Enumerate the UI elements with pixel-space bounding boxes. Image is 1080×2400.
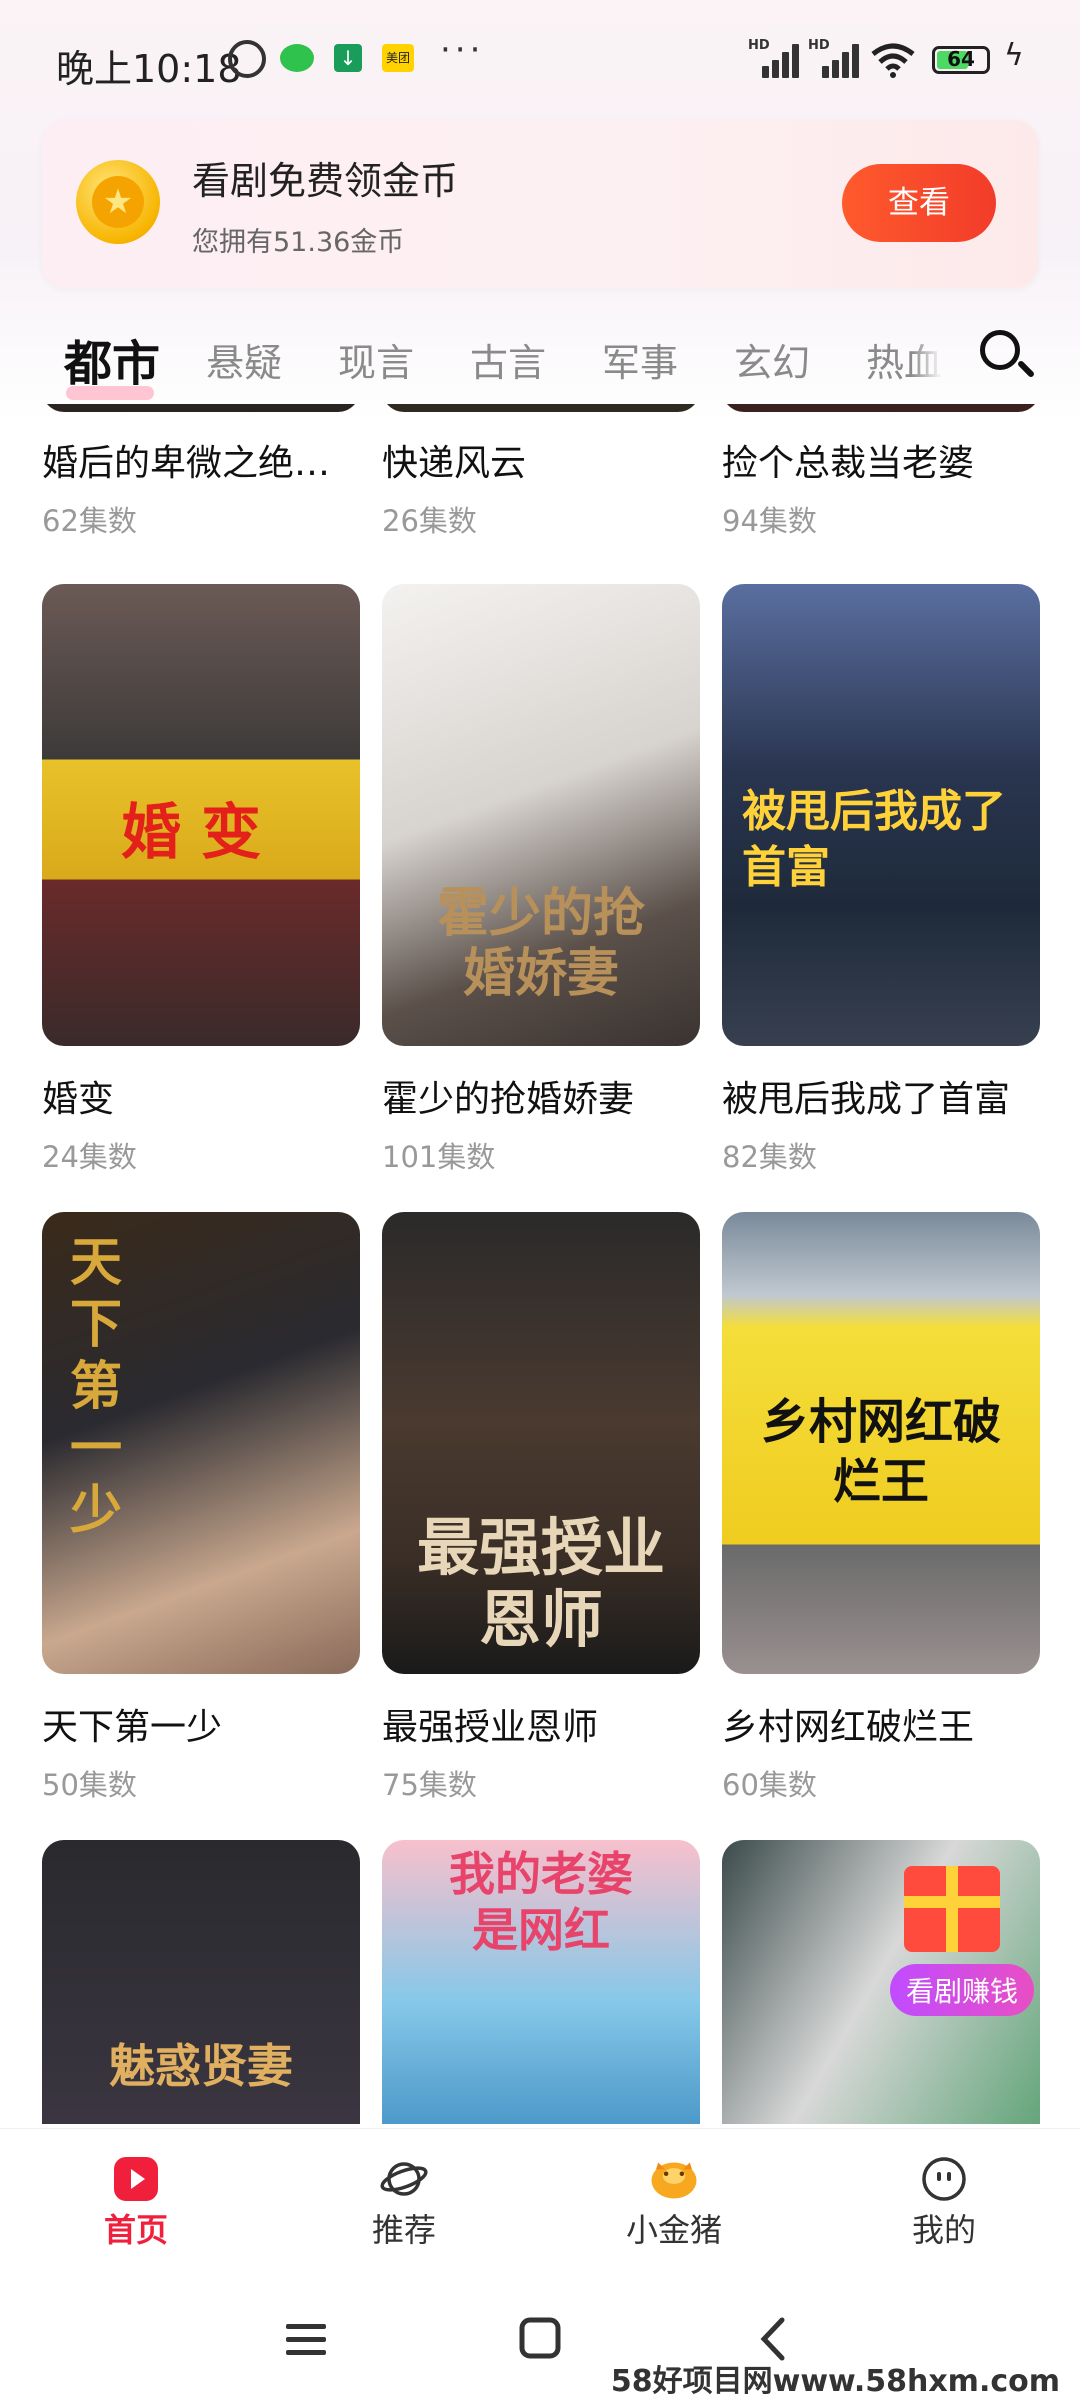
poster-title-text: 被甩后我成了首富 — [742, 786, 1006, 893]
nav-golden-pig[interactable]: 小金猪 — [574, 2129, 774, 2279]
episode-count: 50集数 — [42, 1768, 137, 1802]
poster-title-text: 魅惑贤妻 — [109, 2039, 293, 2093]
drama-poster[interactable]: 婚变 — [42, 584, 360, 1046]
wifi-icon — [871, 43, 915, 78]
poster-title-text: 天下第一少 — [69, 1233, 122, 1541]
drama-title[interactable]: 婚变 — [42, 1070, 372, 1122]
nav-me-label: 我的 — [911, 2211, 976, 2249]
alarm-icon — [228, 40, 266, 78]
gift-icon — [904, 1866, 1000, 1952]
tab-rexue[interactable]: 热血 — [866, 332, 942, 387]
signal-type-label: HD — [808, 38, 830, 53]
drama-title[interactable]: 婚后的卑微之绝… — [42, 434, 372, 486]
battery-icon: 64 — [932, 46, 990, 74]
watch-earn-badge[interactable]: 看剧赚钱 — [889, 1964, 1034, 2016]
gold-coin-icon: ★ — [76, 160, 160, 244]
menu-icon[interactable] — [276, 2314, 336, 2364]
meituan-icon: 美团 — [382, 44, 414, 72]
nav-home[interactable]: 首页 — [36, 2129, 236, 2279]
drama-grid: 婚后的卑微之绝… 62集数 快递风云 26集数 捡个总裁当老婆 94集数 婚变 … — [0, 404, 1080, 2124]
drama-poster[interactable]: 魅惑贤妻 — [42, 1840, 360, 2124]
episode-count: 82集数 — [722, 1140, 817, 1174]
nav-home-label: 首页 — [103, 2211, 168, 2249]
poster-title-text: 霍少的抢婚娇妻 — [436, 884, 645, 1004]
episode-count: 26集数 — [382, 504, 477, 538]
drama-poster[interactable] — [722, 404, 1040, 412]
download-app-icon: ↓ — [334, 44, 362, 72]
drama-poster[interactable] — [382, 404, 700, 412]
status-time: 晚上10:18 — [56, 47, 242, 91]
drama-poster[interactable]: 天下第一少 — [42, 1212, 360, 1674]
drama-title[interactable]: 天下第一少 — [42, 1698, 372, 1750]
drama-title[interactable]: 快递风云 — [382, 434, 712, 486]
signal-type-label: HD — [748, 38, 770, 53]
drama-poster[interactable] — [42, 404, 360, 412]
drama-poster[interactable]: 霍少的抢婚娇妻 — [382, 584, 700, 1046]
tab-xuanyi[interactable]: 悬疑 — [206, 332, 282, 387]
episode-count: 60集数 — [722, 1768, 817, 1802]
coin-banner-title: 看剧免费领金币 — [192, 159, 459, 203]
signal-icon: HD — [748, 38, 802, 78]
tab-xianyan[interactable]: 现言 — [338, 332, 414, 387]
tab-dushi[interactable]: 都市 — [64, 324, 160, 394]
nav-recommend[interactable]: 推荐 — [304, 2129, 504, 2279]
drama-title[interactable]: 霍少的抢婚娇妻 — [382, 1070, 712, 1122]
search-icon[interactable] — [978, 328, 1036, 386]
home-icon[interactable] — [510, 2314, 570, 2364]
wechat-icon — [280, 44, 314, 72]
nav-recommend-label: 推荐 — [371, 2211, 436, 2249]
poster-title-text: 婚变 — [121, 798, 281, 868]
episode-count: 94集数 — [722, 504, 817, 538]
drama-title[interactable]: 最强授业恩师 — [382, 1698, 712, 1750]
poster-title-text: 我的老婆是网红 — [449, 1847, 633, 1957]
coin-reward-banner[interactable]: ★ 看剧免费领金币 您拥有51.36金币 查看 — [42, 120, 1038, 288]
face-icon — [922, 2157, 966, 2201]
piggy-bank-icon — [651, 2162, 697, 2199]
drama-poster[interactable]: 被甩后我成了首富 — [722, 584, 1040, 1046]
planet-icon — [380, 2162, 428, 2196]
tab-guyan[interactable]: 古言 — [470, 332, 546, 387]
poster-title-text: 最强授业恩师 — [416, 1511, 665, 1656]
drama-title[interactable]: 被甩后我成了首富 — [722, 1070, 1052, 1122]
battery-level: 64 — [947, 47, 975, 71]
episode-count: 101集数 — [382, 1140, 496, 1174]
drama-poster[interactable]: 我的老婆是网红 — [382, 1840, 700, 2124]
signal-icon: HD — [808, 38, 862, 78]
drama-poster[interactable]: 看剧赚钱 — [722, 1840, 1040, 2124]
watermark-text: 58好项目网www.58hxm.com — [610, 2364, 1060, 2399]
tab-xuanhuan[interactable]: 玄幻 — [734, 332, 810, 387]
view-coins-button[interactable]: 查看 — [842, 164, 996, 242]
coin-balance: 您拥有51.36金币 — [192, 227, 405, 258]
drama-poster[interactable]: 最强授业恩师 — [382, 1212, 700, 1674]
more-dots-icon: ··· — [440, 30, 485, 70]
drama-poster[interactable]: 乡村网红破烂王 — [722, 1212, 1040, 1674]
drama-title[interactable]: 捡个总裁当老婆 — [722, 434, 1052, 486]
status-bar: 晚上10:18 ↓ 美团 ··· HD HD 64 ϟ — [0, 0, 1080, 120]
category-tabs: 都市 悬疑 现言 古言 军事 玄幻 热血 — [0, 318, 1080, 400]
charging-icon: ϟ — [1004, 38, 1024, 73]
drama-title[interactable]: 乡村网红破烂王 — [722, 1698, 1052, 1750]
tab-junshi[interactable]: 军事 — [602, 332, 678, 387]
nav-me[interactable]: 我的 — [844, 2129, 1044, 2279]
episode-count: 62集数 — [42, 504, 137, 538]
episode-count: 75集数 — [382, 1768, 477, 1802]
nav-golden-pig-label: 小金猪 — [625, 2211, 722, 2249]
poster-title-text: 乡村网红破烂王 — [760, 1394, 1001, 1510]
episode-count: 24集数 — [42, 1140, 137, 1174]
play-icon — [114, 2157, 158, 2201]
bottom-navigation: 首页 推荐 小金猪 我的 — [0, 2128, 1080, 2279]
